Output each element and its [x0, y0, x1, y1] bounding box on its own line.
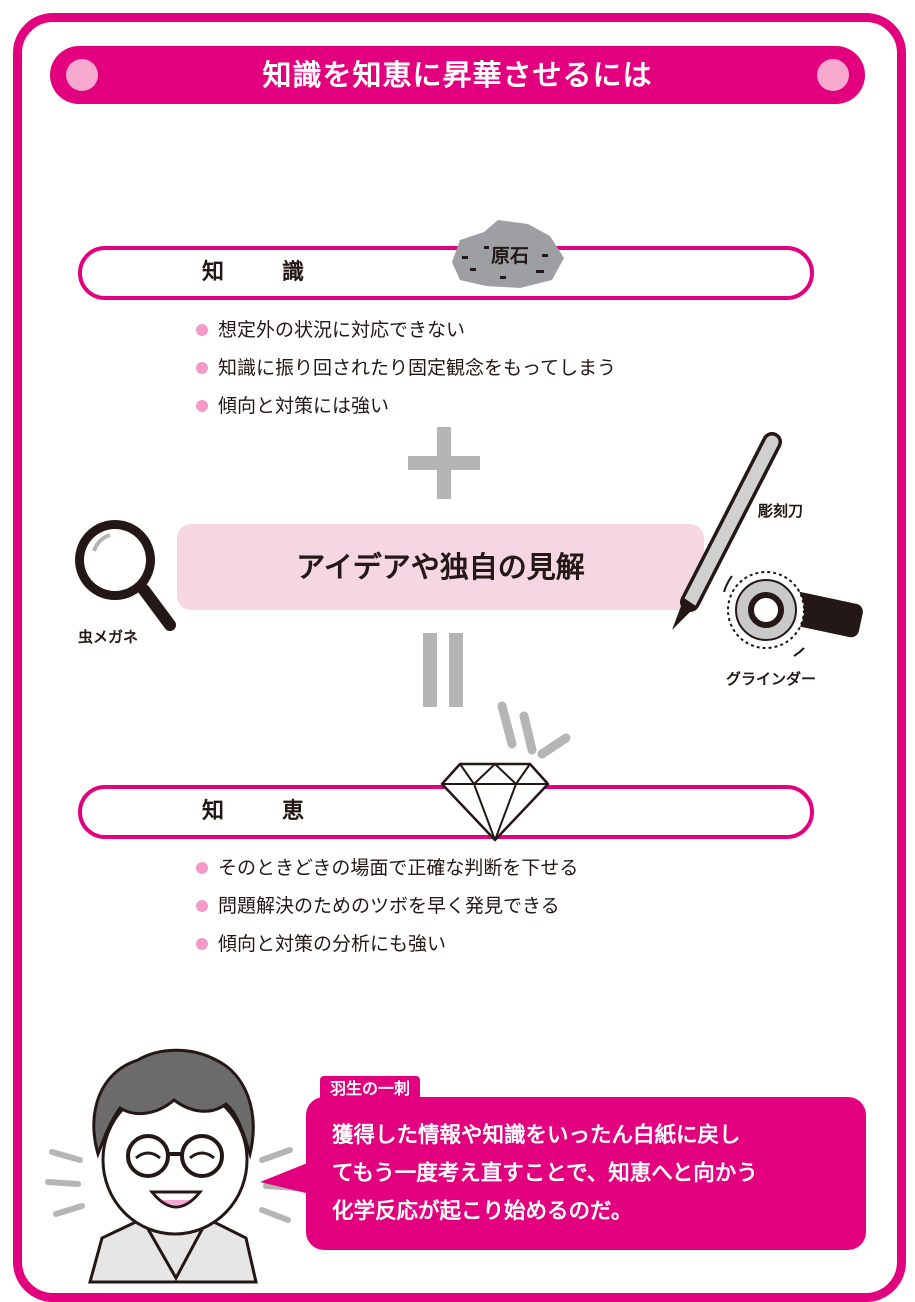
knife-label: 彫刻刀	[758, 502, 804, 520]
list-item: 傾向と対策には強い	[196, 387, 616, 425]
callout-title: 羽生の一刺	[320, 1076, 421, 1102]
idea-label: アイデアや独自の見解	[296, 550, 585, 584]
list-item: 知識に振り回されたり固定観念をもってしまう	[196, 349, 616, 387]
page-title: 知識を知恵に昇華させるには	[262, 58, 653, 92]
title-bar: 知識を知恵に昇華させるには	[50, 46, 865, 104]
magnifier-label: 虫メガネ	[78, 628, 139, 646]
list-item: 問題解決のためのツボを早く発見できる	[196, 887, 578, 925]
stone-label: 原石	[490, 245, 529, 267]
grinder-label: グラインダー	[726, 670, 817, 688]
callout-text: 獲得した情報や知識をいったん白紙に戻し てもう一度考え直すことで、知恵へと向かう…	[332, 1117, 852, 1231]
idea-box: アイデアや独自の見解	[177, 524, 704, 610]
knowledge-label: 知 識	[201, 260, 322, 285]
plus-icon-v	[437, 427, 451, 499]
equals-bar-left	[423, 633, 437, 707]
callout-line: 獲得した情報や知識をいったん白紙に戻し	[332, 1123, 741, 1148]
callout-line: てもう一度考え直すことで、知恵へと向かう	[332, 1161, 758, 1186]
grinder-icon	[723, 571, 863, 657]
list-item: 傾向と対策の分析にも強い	[196, 925, 578, 963]
knowledge-bullets: 想定外の状況に対応できない 知識に振り回されたり固定観念をもってしまう 傾向と対…	[196, 311, 616, 425]
list-item: 想定外の状況に対応できない	[196, 311, 616, 349]
equals-bar-right	[449, 633, 463, 707]
sparkle-icon	[497, 701, 571, 759]
list-item: そのときどきの場面で正確な判断を下せる	[196, 849, 578, 887]
callout-box: 獲得した情報や知識をいったん白紙に戻し てもう一度考え直すことで、知恵へと向かう…	[306, 1097, 866, 1250]
diamond-icon	[440, 762, 550, 842]
callout-line: 化学反応が起こり始めるのだ。	[332, 1199, 633, 1224]
wisdom-label: 知 恵	[201, 799, 322, 824]
wisdom-bullets: そのときどきの場面で正確な判断を下せる 問題解決のためのツボを早く発見できる 傾…	[196, 849, 578, 963]
